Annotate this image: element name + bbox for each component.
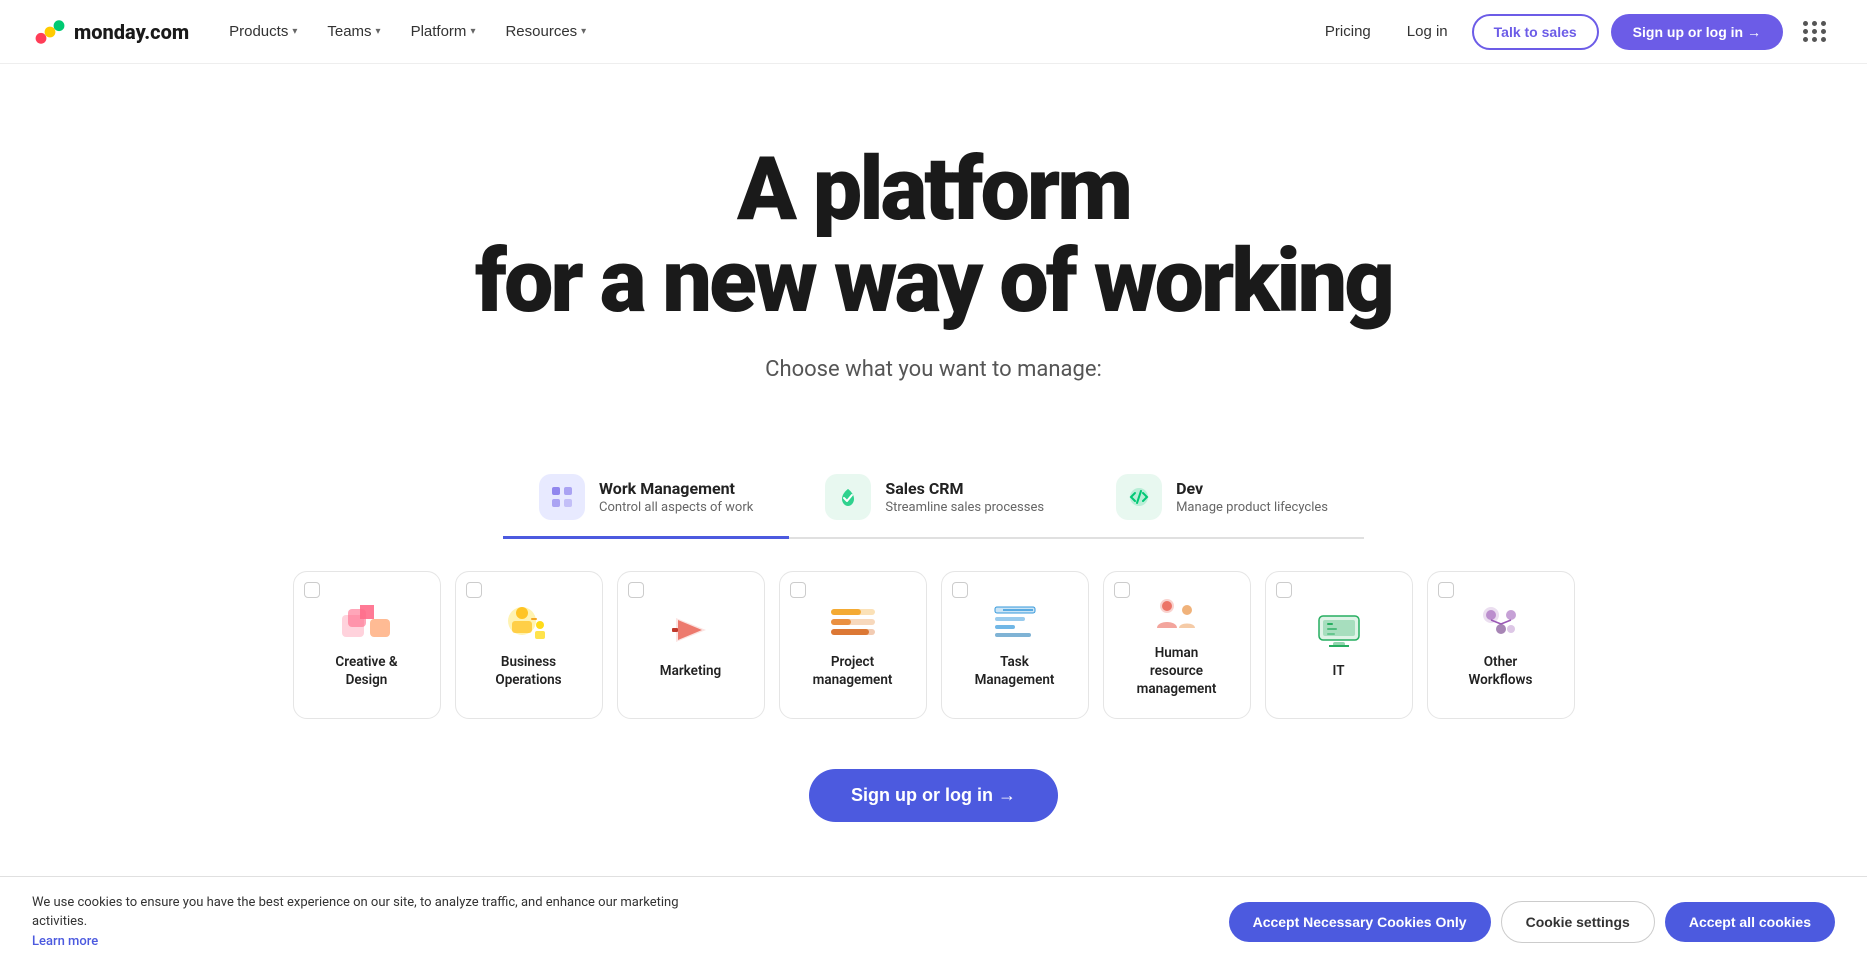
card-task-management[interactable]: Task Management <box>941 571 1089 719</box>
card-human-resource[interactable]: Human resource management <box>1103 571 1251 719</box>
card-label-marketing: Marketing <box>660 663 721 681</box>
category-cards-section: Creative & Design Business Operations <box>0 539 1867 759</box>
card-checkbox[interactable] <box>1114 582 1130 598</box>
card-checkbox[interactable] <box>790 582 806 598</box>
dev-text: Dev Manage product lifecycles <box>1176 479 1328 515</box>
card-label-creative: Creative & Design <box>335 654 397 689</box>
product-tabs: Work Management Control all aspects of w… <box>0 462 1867 539</box>
work-management-text: Work Management Control all aspects of w… <box>599 479 753 515</box>
card-label-business: Business Operations <box>495 654 561 689</box>
card-checkbox[interactable] <box>1276 582 1292 598</box>
task-mgmt-icon <box>987 600 1043 642</box>
nav-resources[interactable]: Resources ▾ <box>493 15 598 48</box>
project-mgmt-icon <box>825 600 881 642</box>
nav-left: monday.com Products ▾ Teams ▾ Platform ▾… <box>32 14 598 50</box>
pricing-button[interactable]: Pricing <box>1313 15 1383 48</box>
chevron-icon: ▾ <box>470 26 475 37</box>
card-checkbox[interactable] <box>628 582 644 598</box>
card-label-task: Task Management <box>975 654 1055 689</box>
sales-crm-icon <box>825 474 871 520</box>
card-label-hr: Human resource management <box>1137 645 1217 698</box>
card-other-workflows[interactable]: Other Workflows <box>1427 571 1575 719</box>
card-project-management[interactable]: Project management <box>779 571 927 719</box>
tabs-container: Work Management Control all aspects of w… <box>503 462 1364 539</box>
card-checkbox[interactable] <box>1438 582 1454 598</box>
nav-teams[interactable]: Teams ▾ <box>315 15 392 48</box>
other-workflows-icon <box>1473 600 1529 642</box>
nav-products[interactable]: Products ▾ <box>217 15 309 48</box>
cta-section: Sign up or log in → <box>0 759 1867 862</box>
card-creative-design[interactable]: Creative & Design <box>293 571 441 719</box>
talk-to-sales-button[interactable]: Talk to sales <box>1472 14 1599 50</box>
nav-platform[interactable]: Platform ▾ <box>399 15 488 48</box>
navbar: monday.com Products ▾ Teams ▾ Platform ▾… <box>0 0 1867 64</box>
cookie-message: We use cookies to ensure you have the be… <box>32 893 732 952</box>
tab-work-management[interactable]: Work Management Control all aspects of w… <box>503 462 789 539</box>
chevron-icon: ▾ <box>292 26 297 37</box>
sales-crm-text: Sales CRM Streamline sales processes <box>885 479 1044 515</box>
logo-text: monday.com <box>74 20 189 44</box>
dev-icon <box>1116 474 1162 520</box>
card-label-it: IT <box>1333 663 1345 681</box>
business-ops-icon <box>501 600 557 642</box>
cookie-banner: We use cookies to ensure you have the be… <box>0 876 1867 967</box>
hero-title: A platform for a new way of working <box>32 144 1835 329</box>
it-icon <box>1311 609 1367 651</box>
chevron-icon: ▾ <box>581 26 586 37</box>
tab-dev[interactable]: Dev Manage product lifecycles <box>1080 462 1364 539</box>
grid-menu-icon[interactable] <box>1795 13 1835 50</box>
card-checkbox[interactable] <box>466 582 482 598</box>
chevron-icon: ▾ <box>376 26 381 37</box>
card-marketing[interactable]: Marketing <box>617 571 765 719</box>
logo[interactable]: monday.com <box>32 14 189 50</box>
hr-icon <box>1149 591 1205 633</box>
card-label-project: Project management <box>813 654 893 689</box>
card-it[interactable]: IT <box>1265 571 1413 719</box>
hero-subtitle: Choose what you want to manage: <box>32 357 1835 382</box>
card-label-other: Other Workflows <box>1469 654 1533 689</box>
cta-signup-button[interactable]: Sign up or log in → <box>809 769 1058 822</box>
nav-right: Pricing Log in Talk to sales Sign up or … <box>1313 13 1835 50</box>
tab-sales-crm[interactable]: Sales CRM Streamline sales processes <box>789 462 1080 539</box>
card-business-operations[interactable]: Business Operations <box>455 571 603 719</box>
hero-section: A platform for a new way of working Choo… <box>0 64 1867 422</box>
work-management-icon <box>539 474 585 520</box>
nav-links: Products ▾ Teams ▾ Platform ▾ Resources … <box>217 15 598 48</box>
card-checkbox[interactable] <box>304 582 320 598</box>
signup-button[interactable]: Sign up or log in → <box>1611 14 1783 50</box>
cookie-settings-button[interactable]: Cookie settings <box>1501 901 1655 943</box>
cards-row: Creative & Design Business Operations <box>293 571 1575 719</box>
login-button[interactable]: Log in <box>1395 15 1460 48</box>
marketing-icon <box>663 609 719 651</box>
accept-necessary-button[interactable]: Accept Necessary Cookies Only <box>1229 902 1491 942</box>
learn-more-link[interactable]: Learn more <box>32 934 98 949</box>
cookie-buttons: Accept Necessary Cookies Only Cookie set… <box>1229 901 1835 943</box>
creative-design-icon <box>339 600 395 642</box>
card-checkbox[interactable] <box>952 582 968 598</box>
accept-all-cookies-button[interactable]: Accept all cookies <box>1665 902 1835 942</box>
